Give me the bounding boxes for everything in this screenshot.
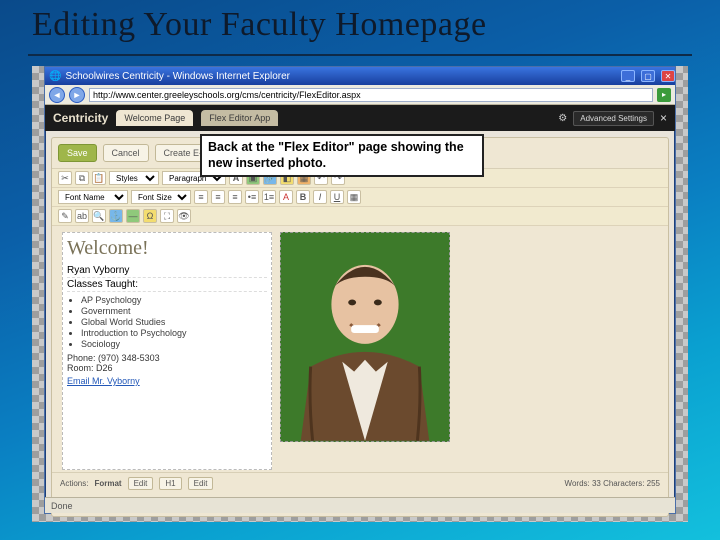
app-bar: Centricity Welcome Page Flex Editor App … [45,105,675,131]
source-icon[interactable]: ✎ [58,209,72,223]
anchor-icon[interactable]: ⚓ [109,209,123,223]
advanced-settings-button[interactable]: Advanced Settings [573,111,654,126]
go-button[interactable]: ▸ [657,88,671,102]
list-item[interactable]: Global World Studies [81,317,267,327]
paste-icon[interactable]: 📋 [92,171,106,185]
preview-icon[interactable]: 👁 [177,209,191,223]
list-numbers-icon[interactable]: 1≡ [262,190,276,204]
forward-button[interactable]: ► [69,87,85,103]
italic-icon[interactable]: I [313,190,327,204]
classes-heading[interactable] [67,278,267,292]
email-link[interactable]: Email Mr. Vyborny [67,376,267,386]
room-value: D26 [96,363,113,373]
align-right-icon[interactable]: ≡ [228,190,242,204]
app-logo: Centricity [53,111,108,125]
ie-status-bar: Done [45,497,675,513]
instruction-callout: Back at the "Flex Editor" page showing t… [200,134,484,177]
hr-icon[interactable]: — [126,209,140,223]
minimize-button[interactable]: _ [621,70,635,82]
align-center-icon[interactable]: ≡ [211,190,225,204]
list-item[interactable]: AP Psychology [81,295,267,305]
cancel-button[interactable]: Cancel [103,144,149,162]
status-text: Done [51,501,73,511]
checker-bg: 🌐 Schoolwires Centricity - Windows Inter… [32,66,688,522]
tab-flex-editor[interactable]: Flex Editor App [201,110,278,126]
toolbar-3: ✎ ab 🔍 ⚓ — Ω ⛶ 👁 [52,207,668,226]
toolbar-2: Font Name Font Size ≡ ≡ ≡ •≡ 1≡ A B I U … [52,188,668,207]
editor-content[interactable]: Welcome! AP Psychology Government Global… [52,226,668,476]
copy-icon[interactable]: ⧉ [75,171,89,185]
save-button[interactable]: Save [58,144,97,162]
fontname-select[interactable]: Font Name [58,190,128,204]
welcome-heading: Welcome! [67,237,267,260]
fontsize-select[interactable]: Font Size [131,190,191,204]
underline-icon[interactable]: U [330,190,344,204]
list-bullets-icon[interactable]: •≡ [245,190,259,204]
text-column[interactable]: Welcome! AP Psychology Government Global… [62,232,272,470]
foot-btn-3[interactable]: Edit [188,477,214,490]
editor-panel: Back at the "Flex Editor" page showing t… [51,137,669,517]
symbol-icon[interactable]: Ω [143,209,157,223]
title-rule [28,54,692,56]
ie-window: 🌐 Schoolwires Centricity - Windows Inter… [44,66,676,514]
slide-title: Editing Your Faculty Homepage [32,6,487,44]
format-label: Format [94,479,121,488]
spell-icon[interactable]: ab [75,209,89,223]
inserted-photo[interactable] [280,232,450,442]
foot-btn-1[interactable]: Edit [128,477,154,490]
tab-welcome[interactable]: Welcome Page [116,110,193,126]
class-list[interactable]: AP Psychology Government Global World St… [81,295,267,349]
bold-icon-2[interactable]: B [296,190,310,204]
align-left-icon[interactable]: ≡ [194,190,208,204]
fullscreen-icon[interactable]: ⛶ [160,209,174,223]
list-item[interactable]: Government [81,306,267,316]
phone-value: (970) 348-5303 [98,353,160,363]
actions-label: Actions: [60,479,88,488]
list-item[interactable]: Sociology [81,339,267,349]
list-item[interactable]: Introduction to Psychology [81,328,267,338]
gear-icon: ⚙ [558,113,567,124]
panel-close-icon[interactable]: × [660,111,667,125]
teacher-name[interactable] [67,264,267,278]
maximize-button[interactable]: ▢ [641,70,655,82]
ie-titlebar[interactable]: 🌐 Schoolwires Centricity - Windows Inter… [45,67,675,85]
table-icon[interactable]: ▦ [347,190,361,204]
cut-icon[interactable]: ✂ [58,171,72,185]
ie-title-text: Schoolwires Centricity - Windows Interne… [65,71,290,82]
font-color-icon[interactable]: A [279,190,293,204]
foot-btn-2[interactable]: H1 [159,477,181,490]
close-button[interactable]: ✕ [661,70,675,82]
room-label: Room: [67,363,94,373]
address-input[interactable] [89,88,653,102]
phone-label: Phone: [67,353,96,363]
photo-image [281,233,449,441]
word-count: Words: 33 Characters: 255 [565,479,660,488]
ie-icon: 🌐 [49,71,61,82]
address-bar: ◄ ► ▸ [45,85,675,105]
styles-select[interactable]: Styles [109,171,159,185]
find-icon[interactable]: 🔍 [92,209,106,223]
panel-footer: Actions: Format Edit H1 Edit Words: 33 C… [52,472,668,494]
back-button[interactable]: ◄ [49,87,65,103]
